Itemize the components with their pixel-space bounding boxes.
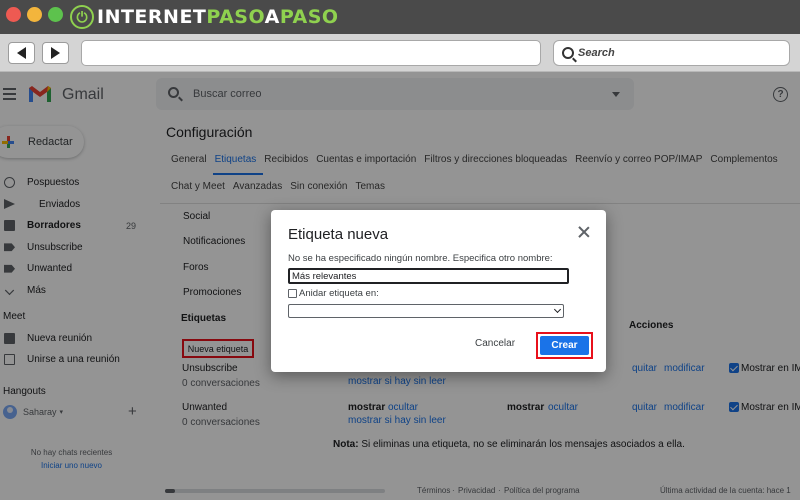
- address-bar[interactable]: [81, 40, 541, 66]
- create-button[interactable]: Crear: [540, 336, 589, 355]
- back-button[interactable]: [8, 42, 35, 64]
- create-button-highlight: Crear: [536, 332, 593, 359]
- label-name-input[interactable]: [288, 268, 569, 284]
- close-icon[interactable]: [577, 225, 591, 239]
- maximize-window-button[interactable]: [48, 7, 63, 22]
- nest-label-text: Anidar etiqueta en:: [299, 288, 379, 299]
- dialog-title: Etiqueta nueva: [288, 226, 389, 243]
- search-icon: [562, 47, 574, 59]
- parent-label-select[interactable]: [288, 304, 564, 318]
- brand-prefix: INTERNET: [97, 6, 207, 28]
- new-label-dialog: Etiqueta nueva No se ha especificado nin…: [271, 210, 606, 372]
- minimize-window-button[interactable]: [27, 7, 42, 22]
- close-window-button[interactable]: [6, 7, 21, 22]
- watermark-logo: ⏻ INTERNETPASOAPASO: [70, 4, 339, 30]
- arrow-right-icon: [51, 47, 60, 59]
- browser-navbar: Search: [0, 34, 800, 72]
- nest-label-checkbox[interactable]: [288, 289, 297, 298]
- brand-a: A: [264, 6, 280, 28]
- brand-highlight: PASO: [206, 6, 265, 28]
- browser-search-placeholder: Search: [578, 47, 615, 59]
- brand-suffix: PASO: [279, 6, 339, 28]
- browser-search-field[interactable]: Search: [553, 40, 790, 66]
- arrow-left-icon: [17, 47, 26, 59]
- browser-titlebar: ⏻ INTERNETPASOAPASO: [0, 0, 800, 34]
- cancel-button[interactable]: Cancelar: [475, 338, 515, 349]
- forward-button[interactable]: [42, 42, 69, 64]
- power-icon: ⏻: [70, 5, 94, 29]
- dialog-prompt: No se ha especificado ningún nombre. Esp…: [288, 253, 553, 264]
